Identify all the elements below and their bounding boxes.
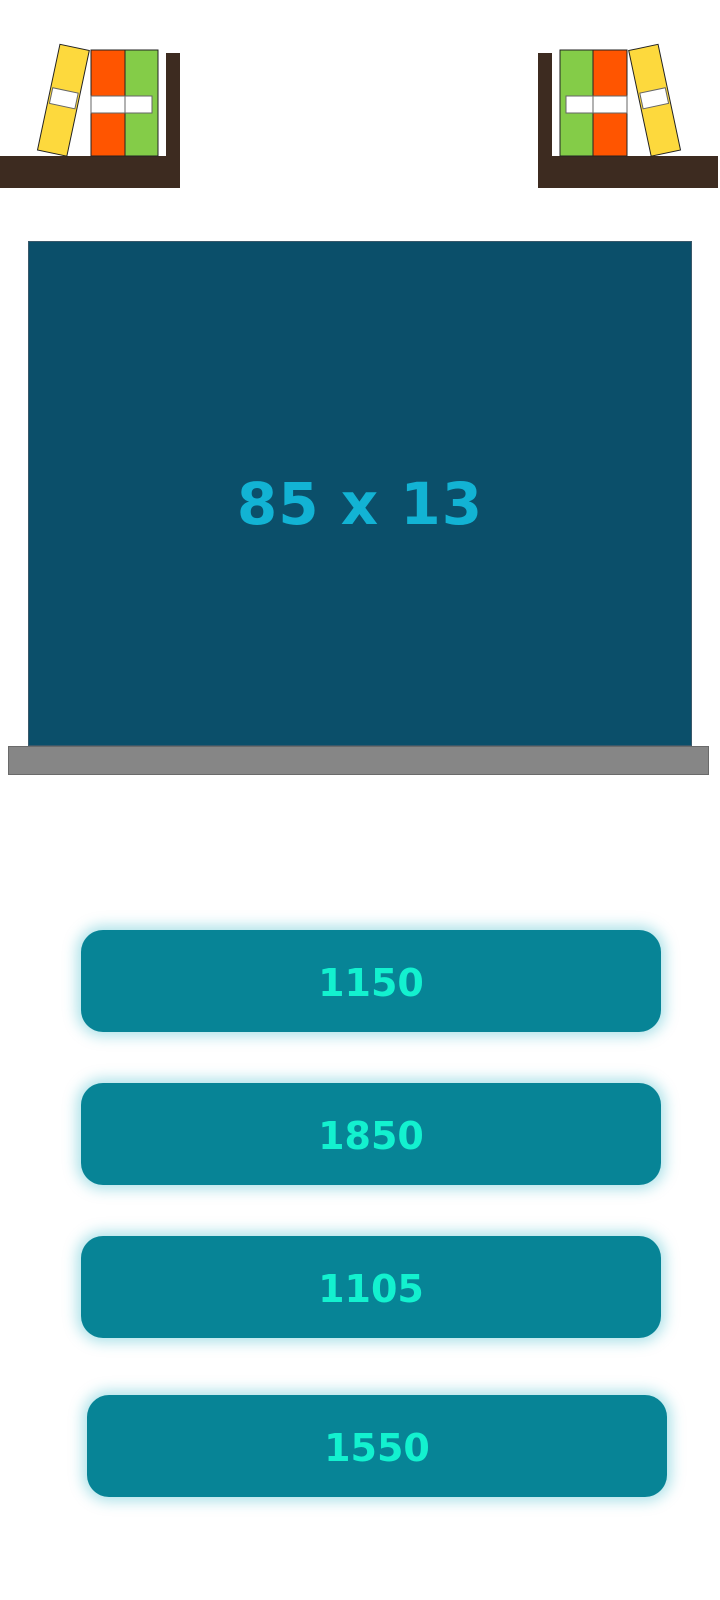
answer-label: 1105 xyxy=(318,1267,424,1311)
right-bookshelf-decoration xyxy=(538,43,718,188)
shelf-board xyxy=(0,156,180,188)
green-book xyxy=(124,49,159,157)
answer-label: 1850 xyxy=(318,1114,424,1158)
shelf-bookend xyxy=(166,53,180,157)
answer-label: 1150 xyxy=(318,961,424,1005)
answer-button-1[interactable]: 1150 xyxy=(81,930,661,1032)
green-book xyxy=(559,49,594,157)
orange-book xyxy=(90,49,126,157)
chalkboard: 85 x 13 xyxy=(28,241,692,746)
orange-book xyxy=(592,49,628,157)
shelf-bookend xyxy=(538,53,552,157)
question-text: 85 x 13 xyxy=(236,469,484,538)
answer-button-2[interactable]: 1850 xyxy=(81,1083,661,1185)
chalkboard-ledge xyxy=(8,746,709,775)
game-screen: 85 x 13 1150 1850 1105 1550 xyxy=(0,0,720,1600)
shelf-board xyxy=(538,156,718,188)
answer-label: 1550 xyxy=(324,1426,430,1470)
yellow-book xyxy=(628,43,682,157)
answer-button-3[interactable]: 1105 xyxy=(81,1236,661,1338)
left-bookshelf-decoration xyxy=(0,43,180,188)
yellow-book xyxy=(36,43,90,157)
answer-button-4[interactable]: 1550 xyxy=(87,1395,667,1497)
